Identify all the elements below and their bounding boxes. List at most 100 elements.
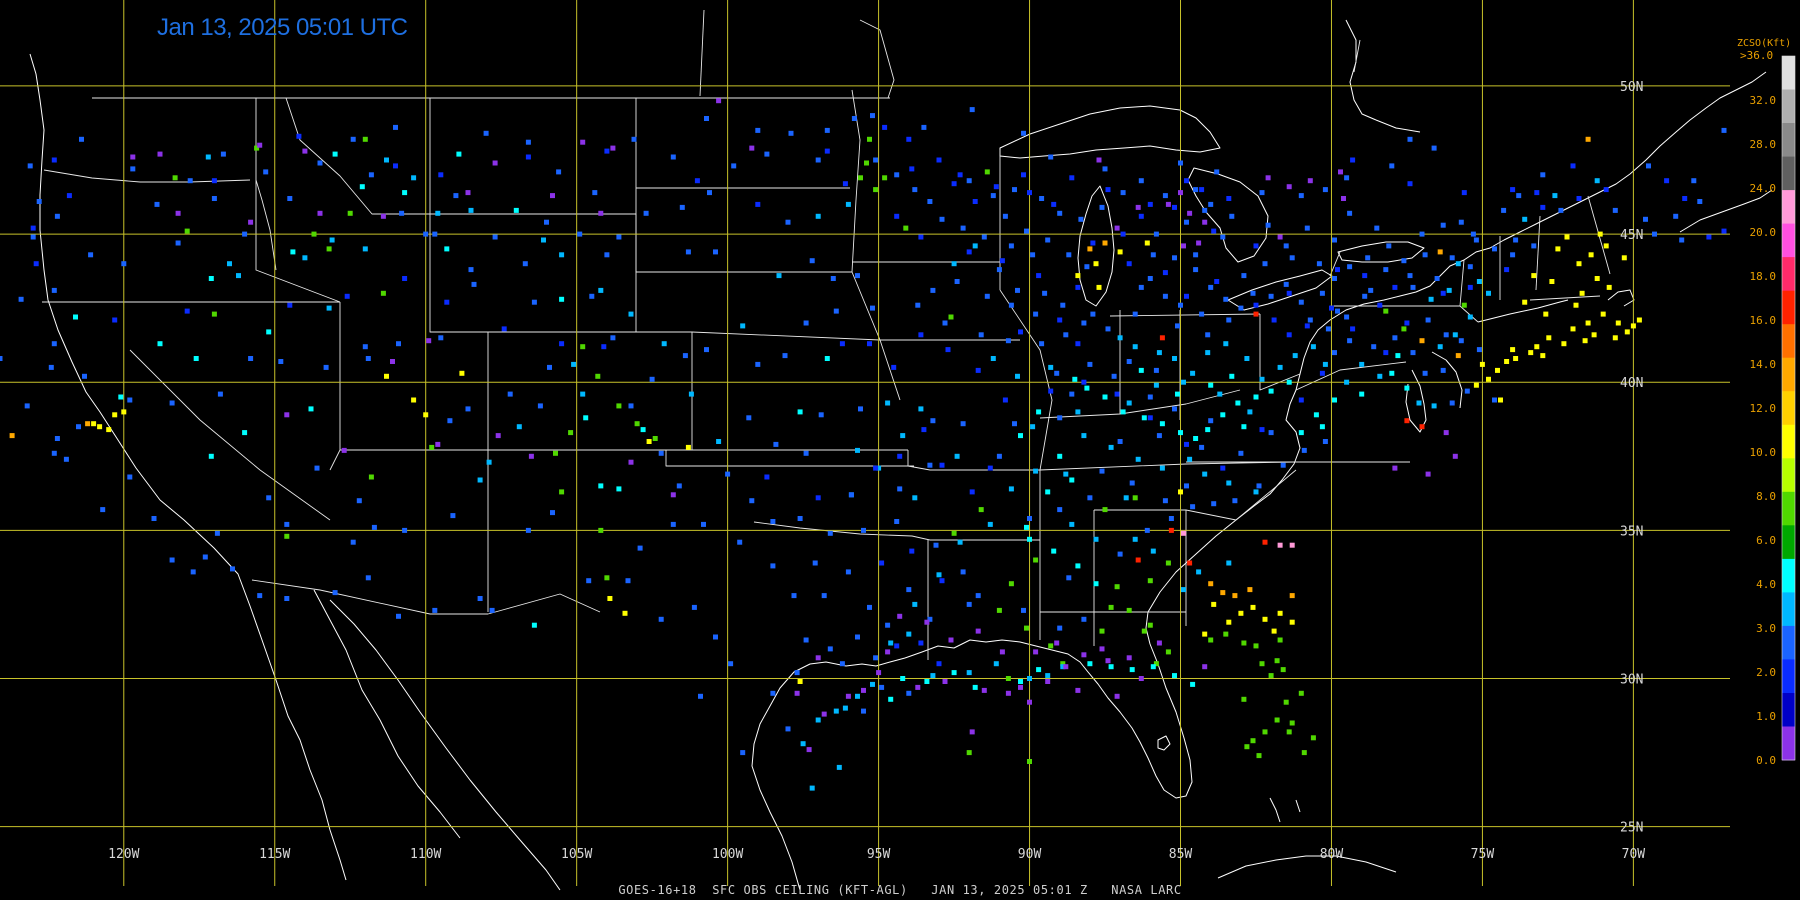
station-marker bbox=[1172, 406, 1177, 412]
station-marker bbox=[1126, 261, 1132, 267]
station-marker bbox=[1126, 400, 1132, 406]
station-marker bbox=[1440, 367, 1446, 373]
station-marker bbox=[1187, 560, 1193, 566]
station-marker bbox=[1256, 753, 1262, 759]
station-marker bbox=[1274, 658, 1280, 664]
station-marker bbox=[1090, 311, 1096, 317]
station-marker bbox=[1150, 664, 1156, 670]
station-marker bbox=[308, 406, 314, 412]
station-marker bbox=[824, 127, 830, 133]
station-marker bbox=[1283, 281, 1289, 287]
station-marker bbox=[1135, 557, 1141, 563]
station-marker bbox=[1473, 382, 1479, 388]
station-marker bbox=[1636, 317, 1642, 323]
station-marker bbox=[867, 136, 872, 142]
station-marker bbox=[169, 557, 175, 563]
station-marker bbox=[1268, 430, 1274, 436]
station-marker bbox=[876, 670, 882, 676]
station-marker bbox=[471, 281, 477, 287]
station-marker bbox=[1383, 267, 1389, 273]
station-marker bbox=[879, 684, 885, 690]
station-marker bbox=[1461, 190, 1467, 196]
station-marker bbox=[1226, 619, 1232, 625]
station-marker bbox=[855, 273, 860, 279]
station-marker bbox=[559, 252, 565, 258]
station-marker bbox=[1256, 483, 1262, 489]
station-marker bbox=[1612, 207, 1618, 213]
station-marker bbox=[1147, 394, 1153, 400]
colorbar-swatch bbox=[1782, 424, 1795, 459]
station-marker bbox=[749, 498, 755, 504]
station-marker bbox=[1005, 676, 1011, 681]
station-marker bbox=[1075, 687, 1081, 693]
station-marker bbox=[930, 418, 936, 424]
station-marker bbox=[1193, 436, 1199, 441]
station-marker bbox=[151, 516, 157, 521]
station-marker bbox=[1093, 261, 1099, 267]
station-marker bbox=[1039, 196, 1045, 201]
station-marker bbox=[855, 447, 860, 453]
station-marker bbox=[972, 199, 978, 204]
station-marker bbox=[130, 154, 136, 160]
station-marker bbox=[1289, 542, 1295, 548]
station-marker bbox=[755, 201, 761, 207]
station-marker bbox=[1223, 296, 1229, 302]
station-marker bbox=[208, 453, 214, 459]
station-marker bbox=[803, 637, 809, 643]
colorbar-tick-label: 1.0 bbox=[1756, 710, 1776, 723]
station-marker bbox=[960, 569, 966, 575]
station-marker bbox=[815, 717, 821, 723]
station-marker bbox=[833, 708, 839, 714]
station-marker bbox=[1012, 421, 1017, 427]
station-marker bbox=[625, 578, 631, 584]
station-marker bbox=[797, 679, 803, 684]
station-marker bbox=[1002, 213, 1008, 219]
station-marker bbox=[939, 216, 945, 222]
station-marker bbox=[688, 391, 694, 397]
station-marker bbox=[830, 276, 836, 281]
station-marker bbox=[1126, 607, 1132, 613]
station-marker bbox=[1018, 329, 1023, 335]
station-marker bbox=[764, 474, 770, 480]
station-marker bbox=[1117, 551, 1123, 557]
station-marker bbox=[954, 279, 960, 284]
station-marker bbox=[960, 421, 966, 427]
station-marker bbox=[815, 157, 821, 163]
station-marker bbox=[942, 320, 948, 326]
station-marker bbox=[1132, 495, 1138, 501]
station-marker bbox=[468, 207, 474, 213]
station-marker bbox=[85, 421, 91, 427]
station-marker bbox=[242, 231, 248, 237]
station-marker bbox=[1407, 273, 1413, 279]
station-marker bbox=[1470, 231, 1476, 237]
station-marker bbox=[423, 231, 429, 237]
station-marker bbox=[704, 116, 709, 121]
station-marker bbox=[870, 113, 875, 119]
station-marker bbox=[646, 439, 652, 444]
station-marker bbox=[707, 190, 712, 196]
station-marker bbox=[1486, 376, 1491, 382]
station-marker bbox=[1368, 287, 1374, 293]
station-marker bbox=[1181, 243, 1186, 249]
station-marker bbox=[220, 151, 226, 157]
station-marker bbox=[278, 359, 284, 364]
station-marker bbox=[1579, 290, 1585, 296]
station-marker bbox=[1467, 264, 1473, 270]
station-marker bbox=[568, 430, 574, 436]
station-marker bbox=[643, 210, 649, 216]
station-marker bbox=[217, 391, 223, 397]
station-marker bbox=[1455, 353, 1461, 359]
station-marker bbox=[924, 679, 930, 684]
station-marker bbox=[157, 341, 163, 347]
station-marker bbox=[1099, 468, 1105, 474]
station-marker bbox=[1196, 569, 1202, 575]
station-marker bbox=[1467, 284, 1473, 290]
station-marker bbox=[610, 145, 616, 151]
station-marker bbox=[794, 670, 800, 676]
station-marker bbox=[966, 249, 972, 255]
station-marker bbox=[1187, 456, 1193, 462]
station-marker bbox=[1540, 204, 1546, 210]
station-marker bbox=[634, 421, 640, 427]
station-marker bbox=[1440, 222, 1446, 228]
station-marker bbox=[1144, 240, 1150, 246]
